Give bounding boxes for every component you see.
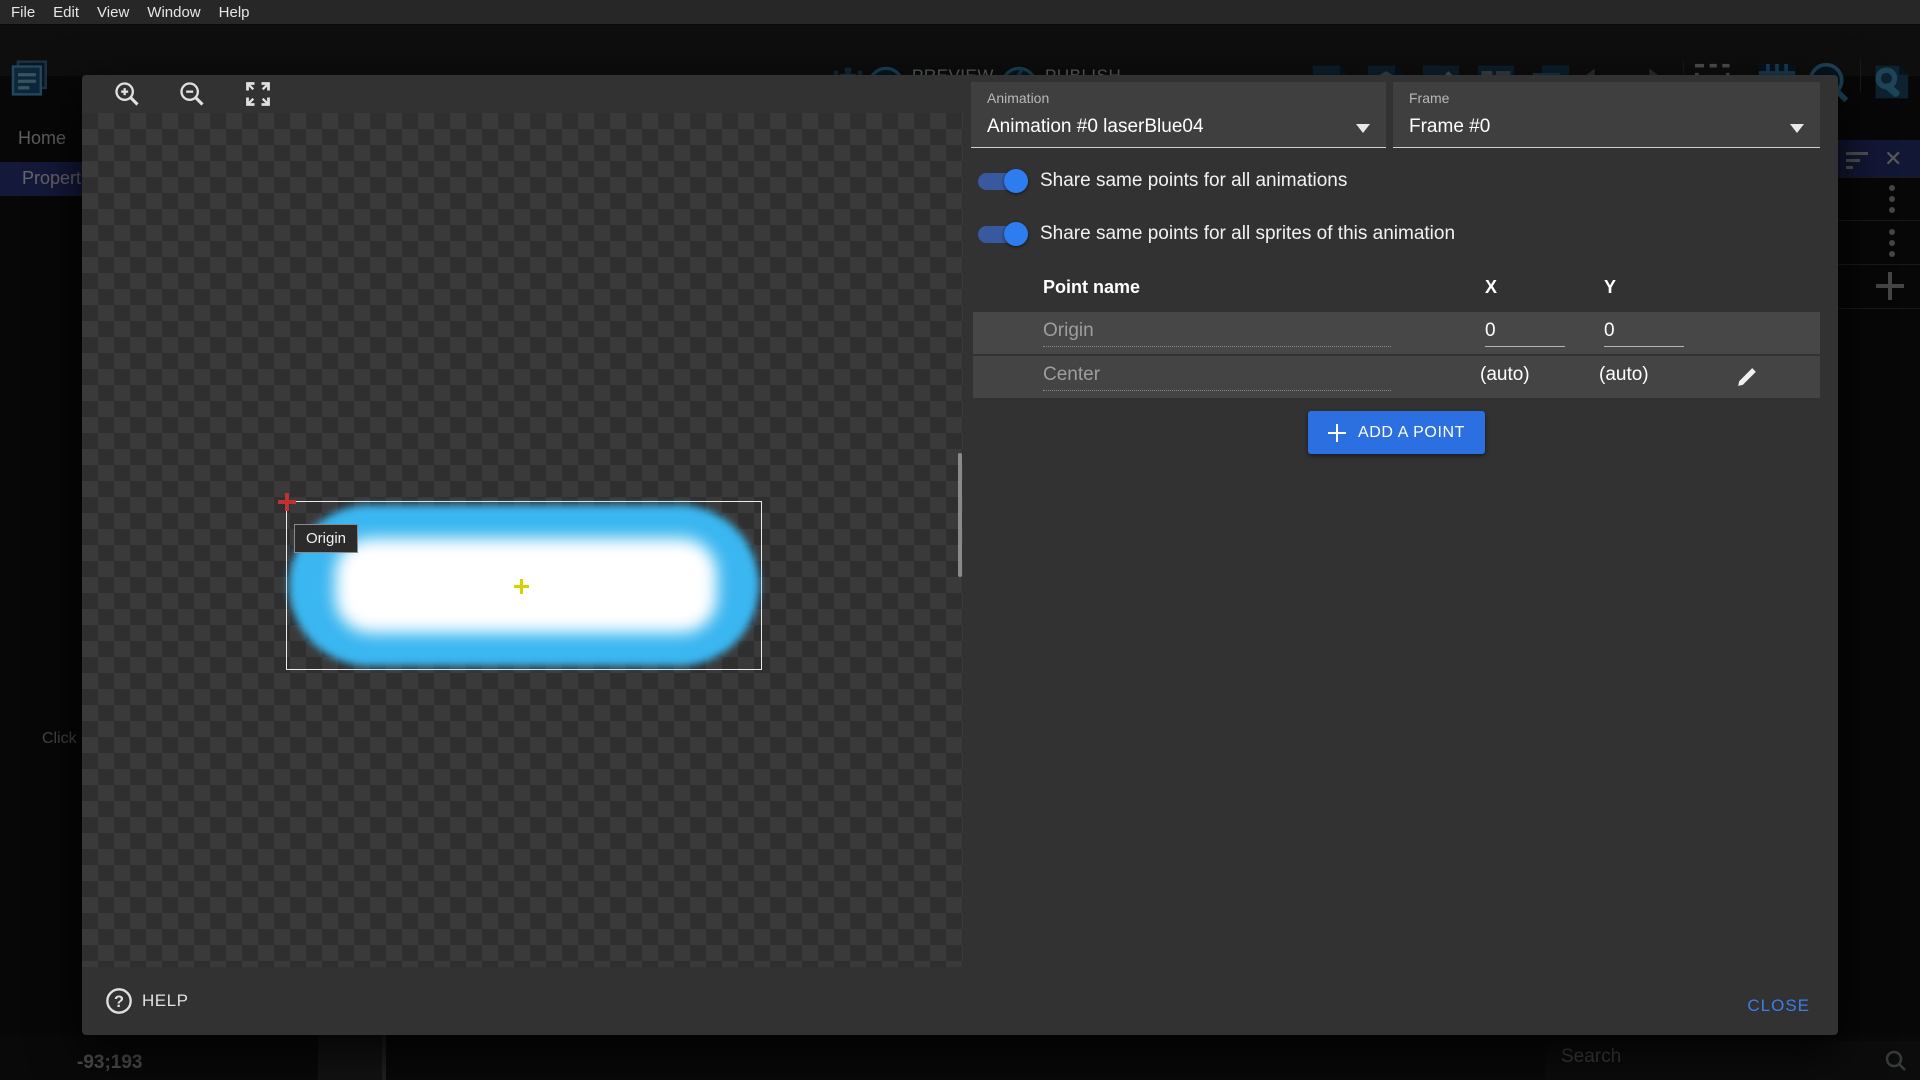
fit-to-screen-icon[interactable] — [244, 80, 272, 108]
frame-select-label: Frame — [1409, 90, 1449, 106]
point-y-field[interactable]: 0 — [1604, 320, 1684, 347]
center-point-marker[interactable] — [514, 579, 529, 594]
point-x-field[interactable]: 0 — [1485, 320, 1565, 347]
table-row-origin: Origin 0 0 — [973, 312, 1820, 354]
menu-file[interactable]: File — [2, 4, 44, 21]
animation-select-value: Animation #0 laserBlue04 — [987, 116, 1204, 138]
points-table-x-header: X — [1485, 277, 1497, 298]
close-button[interactable]: CLOSE — [1747, 996, 1810, 1016]
zoom-in-icon[interactable] — [113, 80, 141, 108]
toggle-label: Share same points for all animations — [1040, 170, 1347, 192]
table-row-center: Center (auto) (auto) — [973, 356, 1820, 398]
animation-select[interactable]: Animation Animation #0 laserBlue04 — [971, 82, 1386, 148]
help-button[interactable]: ? HELP — [105, 987, 188, 1015]
sprite-preview-canvas[interactable]: Origin — [82, 113, 963, 967]
points-table-name-header: Point name — [1043, 277, 1140, 298]
frame-select-value: Frame #0 — [1409, 116, 1490, 138]
menu-view[interactable]: View — [88, 4, 138, 21]
origin-tooltip: Origin — [294, 524, 358, 553]
origin-point-marker[interactable] — [278, 493, 296, 511]
preview-scrollbar[interactable] — [958, 453, 962, 577]
menu-edit[interactable]: Edit — [44, 4, 88, 21]
frame-select[interactable]: Frame Frame #0 — [1393, 82, 1820, 148]
point-name-field[interactable]: Center — [1043, 364, 1391, 391]
edit-points-dialog: Origin Animation Animation #0 laserBlue0… — [82, 75, 1838, 1035]
plus-icon — [1328, 424, 1346, 442]
share-points-sprites-toggle-thumb[interactable] — [1004, 222, 1028, 246]
add-point-label: ADD A POINT — [1358, 424, 1465, 442]
zoom-out-icon[interactable] — [178, 80, 206, 108]
point-name-field[interactable]: Origin — [1043, 320, 1391, 347]
share-points-animations-toggle-thumb[interactable] — [1004, 169, 1028, 193]
chevron-down-icon — [1356, 124, 1370, 133]
sprite-bounds: Origin — [286, 501, 762, 670]
points-table-y-header: Y — [1604, 277, 1616, 298]
menu-help[interactable]: Help — [210, 4, 259, 21]
menu-bar: File Edit View Window Help — [0, 0, 1920, 25]
help-label: HELP — [142, 991, 188, 1011]
app-window: File Edit View Window Help PREVIEW — [0, 0, 1920, 1080]
help-icon: ? — [105, 987, 133, 1015]
menu-window[interactable]: Window — [138, 4, 209, 21]
toggle-label: Share same points for all sprites of thi… — [1040, 223, 1455, 245]
point-y-field[interactable]: (auto) — [1599, 364, 1679, 390]
edit-pencil-icon[interactable] — [1735, 364, 1760, 389]
add-point-button[interactable]: ADD A POINT — [1308, 411, 1485, 454]
svg-text:?: ? — [114, 993, 124, 1011]
animation-select-label: Animation — [987, 90, 1049, 106]
point-x-field[interactable]: (auto) — [1480, 364, 1560, 390]
chevron-down-icon — [1790, 124, 1804, 133]
